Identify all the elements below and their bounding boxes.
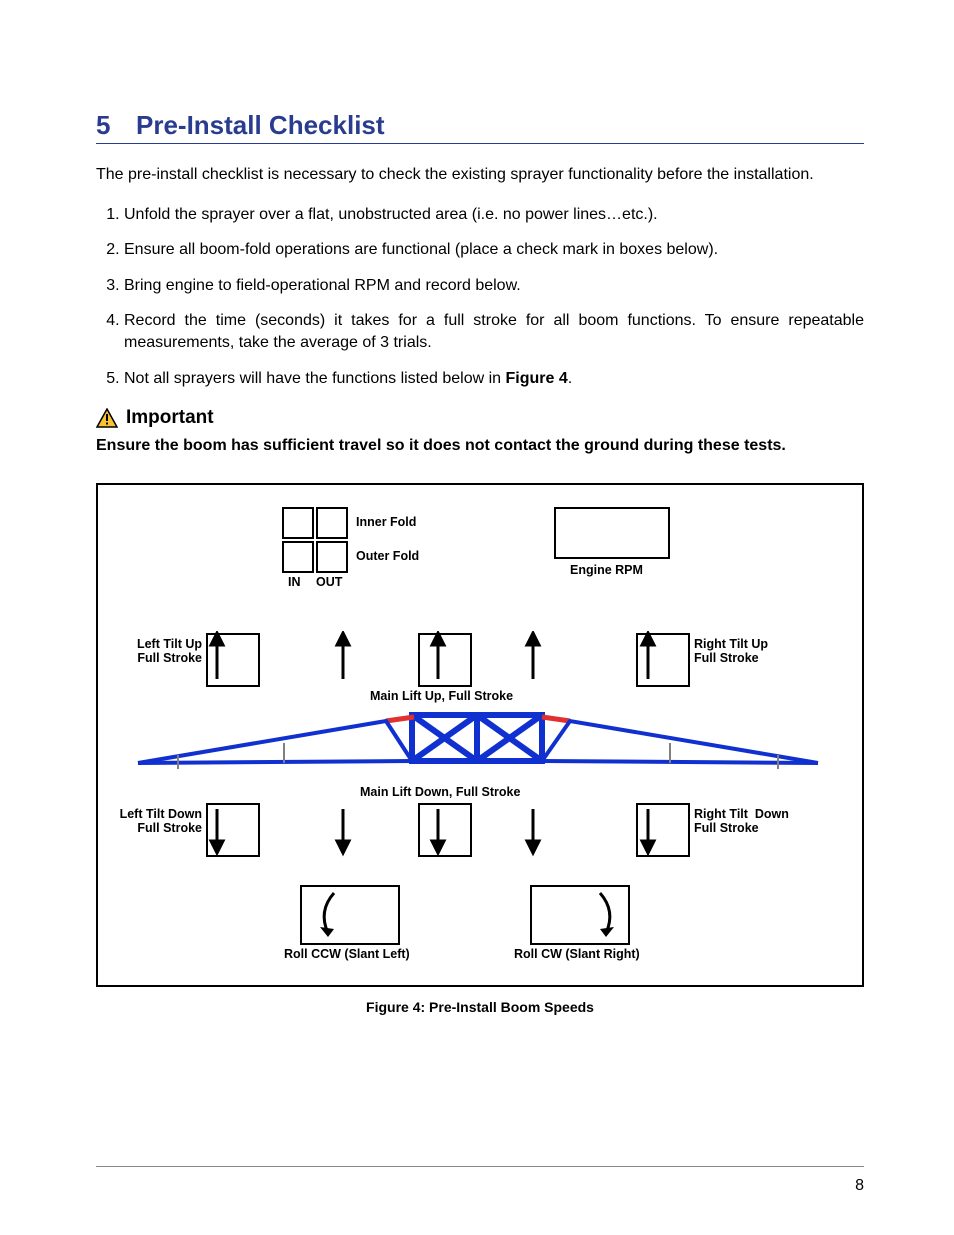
label-in: IN xyxy=(288,575,301,589)
label-roll-ccw: Roll CCW (Slant Left) xyxy=(284,947,410,961)
label-main-lift-down: Main Lift Down, Full Stroke xyxy=(360,785,520,799)
label-roll-cw: Roll CW (Slant Right) xyxy=(514,947,640,961)
checklist-item-5-text: Not all sprayers will have the functions… xyxy=(124,370,506,387)
section-heading: 5 Pre-Install Checklist xyxy=(96,110,864,144)
arrows-tilt-down xyxy=(128,801,828,861)
figure-4-container: Inner Fold Outer Fold IN OUT Engine RPM … xyxy=(96,483,864,987)
warning-icon xyxy=(96,408,118,428)
important-header: Important xyxy=(96,407,864,429)
checklist-item-5-tail: . xyxy=(568,370,572,387)
boom-truss-diagram xyxy=(110,703,850,793)
checklist-item-5: Not all sprayers will have the functions… xyxy=(124,368,864,390)
checklist-item-1: Unfold the sprayer over a flat, unobstru… xyxy=(124,204,864,226)
figure-caption: Figure 4: Pre-Install Boom Speeds xyxy=(96,999,864,1015)
arrow-roll-cw xyxy=(588,887,628,943)
footer-rule xyxy=(96,1166,864,1167)
section-number: 5 xyxy=(96,110,136,141)
label-outer-fold: Outer Fold xyxy=(356,549,419,563)
arrows-tilt-up xyxy=(128,631,828,691)
section-title: Pre-Install Checklist xyxy=(136,110,385,141)
label-engine-rpm: Engine RPM xyxy=(570,563,643,577)
checkbox-inner-fold-out[interactable] xyxy=(316,507,348,539)
input-engine-rpm[interactable] xyxy=(554,507,670,559)
checklist: Unfold the sprayer over a flat, unobstru… xyxy=(96,204,864,390)
label-main-lift-up: Main Lift Up, Full Stroke xyxy=(370,689,513,703)
checklist-item-3: Bring engine to field-operational RPM an… xyxy=(124,275,864,297)
checklist-item-2: Ensure all boom-fold operations are func… xyxy=(124,239,864,261)
page-number: 8 xyxy=(855,1177,864,1195)
important-text: Ensure the boom has sufficient travel so… xyxy=(96,435,864,457)
figure-reference: Figure 4 xyxy=(506,370,568,387)
important-label: Important xyxy=(126,407,214,429)
checkbox-outer-fold-in[interactable] xyxy=(282,541,314,573)
arrow-roll-ccw xyxy=(314,887,354,943)
label-inner-fold: Inner Fold xyxy=(356,515,416,529)
label-out: OUT xyxy=(316,575,342,589)
intro-paragraph: The pre-install checklist is necessary t… xyxy=(96,164,864,186)
checkbox-inner-fold-in[interactable] xyxy=(282,507,314,539)
checkbox-outer-fold-out[interactable] xyxy=(316,541,348,573)
checklist-item-4: Record the time (seconds) it takes for a… xyxy=(124,310,864,353)
